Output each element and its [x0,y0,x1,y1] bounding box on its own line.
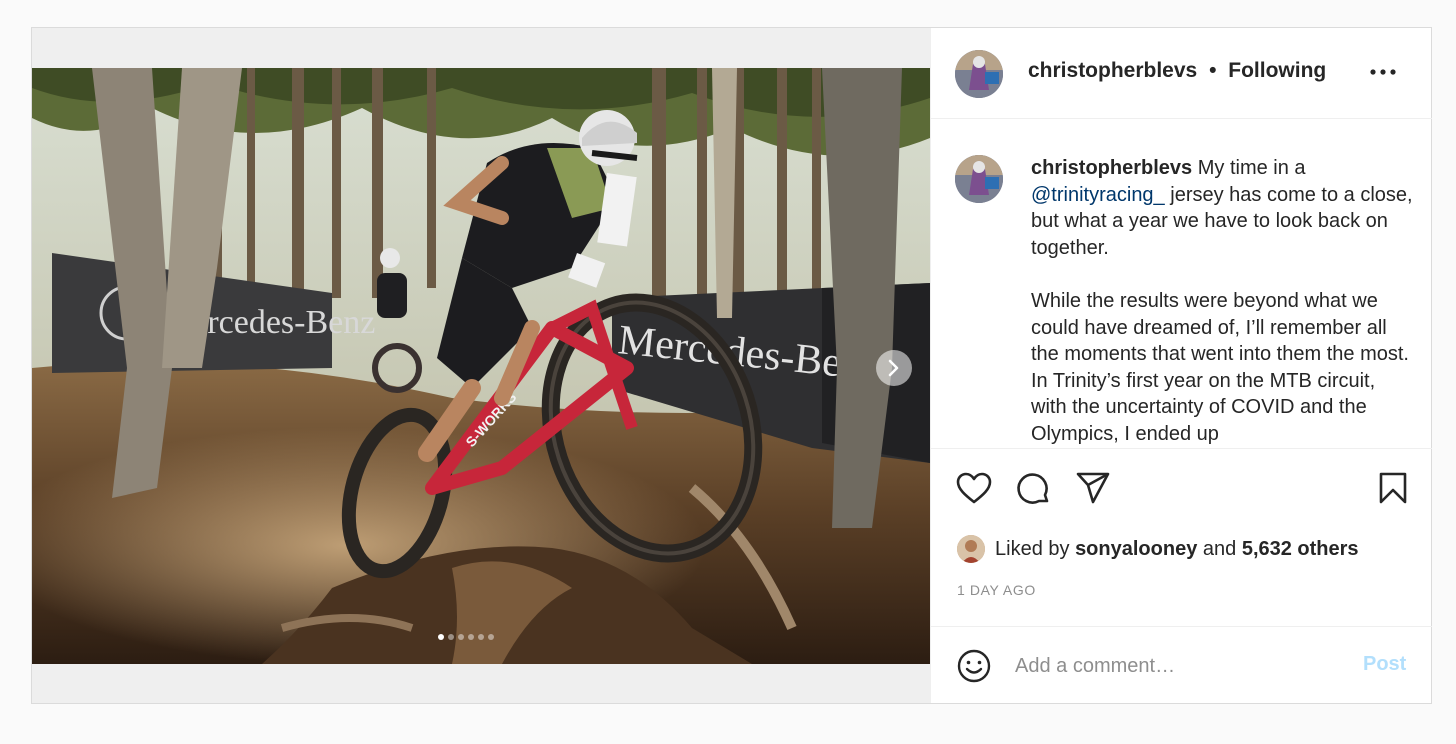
post-header-info: christopherblevs • Following [1028,59,1326,83]
likes-summary: Liked by sonyalooney and 5,632 others [957,535,1359,563]
comment-button[interactable] [1015,471,1051,512]
caption-text: My time in a [1197,157,1306,179]
caption-username[interactable]: christopherblevs [1031,157,1192,179]
post-header: christopherblevs • Following [931,28,1432,119]
carousel-dot [478,634,484,640]
separator-dot: • [1209,59,1217,82]
post-actions: Liked by sonyalooney and 5,632 others 1 … [931,448,1432,626]
caption-avatar[interactable] [955,155,1003,203]
carousel-dot [488,634,494,640]
carousel-dot [448,634,454,640]
liker-avatar[interactable] [957,535,985,563]
post-media[interactable]: Mercedes-Benz Mercedes-Benz S-WORKS [32,28,930,703]
post-side-panel: christopherblevs • Following christopher… [930,28,1432,703]
carousel-dot [438,634,444,640]
comment-input[interactable] [1015,651,1335,681]
comment-icon [1017,473,1049,504]
chevron-right-icon [888,359,899,377]
bookmark-icon [1379,472,1407,504]
heart-icon [956,472,992,504]
more-horizontal-icon [1370,69,1396,75]
next-slide-button[interactable] [876,350,912,386]
liker-username[interactable]: sonyalooney [1075,538,1197,561]
comment-box: Post [931,626,1432,703]
caption-paragraph: While the results were beyond what we co… [1031,290,1409,445]
more-options-button[interactable] [1368,62,1398,82]
likes-prefix: Liked by [995,537,1070,560]
post-card: Mercedes-Benz Mercedes-Benz S-WORKS chri… [31,27,1432,704]
likes-conjunction: and [1202,537,1237,560]
smiley-icon [957,649,991,683]
post-caption: christopherblevs My time in a @trinityra… [1031,155,1416,447]
like-button[interactable] [955,471,993,510]
post-timestamp[interactable]: 1 DAY AGO [957,582,1036,598]
emoji-button[interactable] [956,648,992,689]
save-button[interactable] [1378,471,1408,510]
username-link[interactable]: christopherblevs [1028,59,1197,82]
share-icon [1076,472,1110,504]
caption-scroll-area[interactable]: christopherblevs My time in a @trinityra… [931,119,1432,448]
following-button[interactable]: Following [1228,59,1326,82]
post-comment-button[interactable]: Post [1363,653,1406,676]
carousel-indicator [438,634,494,640]
carousel-dot [458,634,464,640]
avatar[interactable] [955,50,1003,98]
mountain-bike-race-photo[interactable]: Mercedes-Benz Mercedes-Benz S-WORKS [32,68,930,664]
carousel-dot [468,634,474,640]
mention-link[interactable]: @trinityracing_ [1031,184,1165,206]
likes-count-link[interactable]: 5,632 others [1242,538,1359,561]
share-button[interactable] [1075,471,1111,510]
